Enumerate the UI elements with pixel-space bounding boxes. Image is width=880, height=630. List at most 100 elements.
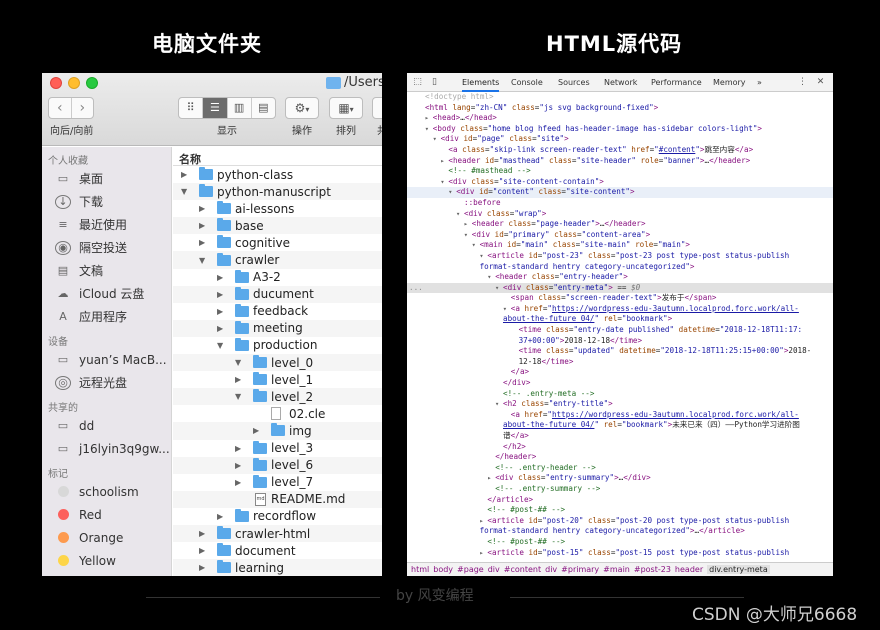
list-view-button[interactable]: ☰ xyxy=(203,98,228,118)
sidebar-item[interactable]: ▭ 桌面 xyxy=(42,167,171,190)
dom-node-line[interactable]: ▾ <div class="site-content-contain"> xyxy=(407,177,833,188)
dom-node-line[interactable]: ▾ <header class="entry-header"> xyxy=(407,272,833,283)
zoom-window-button[interactable] xyxy=(86,77,98,89)
disclosure-closed-icon[interactable]: ▶ xyxy=(217,324,223,333)
expand-triangle-open-icon[interactable]: ▾ xyxy=(448,187,456,198)
icon-view-button[interactable]: ⠿ xyxy=(179,98,204,118)
disclosure-open-icon[interactable]: ▼ xyxy=(217,341,223,350)
dom-node-line[interactable]: <!-- #post-## --> xyxy=(407,505,833,516)
sidebar-item[interactable]: ☁ iCloud 云盘 xyxy=(42,282,171,305)
file-row[interactable]: ▶ level_7 xyxy=(173,474,382,491)
dom-node-line[interactable]: <a href="https://wordpress-edu-3autumn.l… xyxy=(407,410,833,421)
file-row[interactable]: ▶ level_1 xyxy=(173,371,382,388)
file-row[interactable]: ▶ ducument xyxy=(173,285,382,303)
column-view-button[interactable]: ▥ xyxy=(228,98,252,118)
file-row[interactable]: ▶ level_3 xyxy=(173,440,382,457)
minimize-window-button[interactable] xyxy=(68,77,80,89)
device-toolbar-icon[interactable]: ▯ xyxy=(429,77,440,88)
disclosure-closed-icon[interactable]: ▶ xyxy=(235,444,241,453)
sidebar-item[interactable]: A 应用程序 xyxy=(42,305,171,328)
file-row[interactable]: ▶ crawler-html xyxy=(173,524,382,543)
dom-node-line[interactable]: ▾ <h2 class="entry-title"> xyxy=(407,399,833,410)
expand-triangle-open-icon[interactable]: ▾ xyxy=(464,230,472,241)
dom-node-line[interactable]: <!-- #post-## --> xyxy=(407,537,833,548)
file-row[interactable]: 02.cle xyxy=(173,405,382,422)
file-row[interactable]: ▶ feedback xyxy=(173,303,382,320)
sidebar-item[interactable]: ▭ j16lyin3q9gw... xyxy=(42,437,171,460)
file-row[interactable]: md README.md xyxy=(173,490,382,508)
action-menu-button[interactable]: ⚙▾ xyxy=(285,97,319,119)
expand-triangle-open-icon[interactable]: ▾ xyxy=(456,209,464,220)
disclosure-closed-icon[interactable]: ▶ xyxy=(199,238,205,247)
breadcrumb-item[interactable]: div xyxy=(545,565,557,574)
dom-node-line[interactable]: format-standard hentry category-uncatego… xyxy=(407,262,833,273)
file-row[interactable]: ▶ ai-lessons xyxy=(173,200,382,217)
sidebar-item[interactable]: ↓ 下载 xyxy=(42,190,171,213)
expand-triangle-open-icon[interactable]: ▾ xyxy=(495,399,503,410)
dom-node-line[interactable]: ::before xyxy=(407,198,833,209)
tab-sources[interactable]: Sources xyxy=(558,73,590,92)
dom-node-line[interactable]: </h2> xyxy=(407,442,833,453)
dom-node-line[interactable]: <!-- .entry-header --> xyxy=(407,463,833,474)
dom-node-line[interactable]: </div> xyxy=(407,378,833,389)
node-options-icon[interactable]: ... xyxy=(409,283,423,294)
sidebar-item[interactable]: ▭ dd xyxy=(42,414,171,437)
file-row[interactable]: ▼ python-manuscript xyxy=(173,183,382,201)
file-row[interactable]: ▼ level_0 xyxy=(173,354,382,372)
disclosure-closed-icon[interactable]: ▶ xyxy=(253,426,259,435)
disclosure-closed-icon[interactable]: ▶ xyxy=(199,204,205,213)
disclosure-closed-icon[interactable]: ▶ xyxy=(217,307,223,316)
dom-node-line[interactable]: ▾ <div id="page" class="site"> xyxy=(407,134,833,145)
breadcrumb-item[interactable]: html xyxy=(411,565,429,574)
dom-node-line[interactable]: ▸ <div class="entry-summary">…</div> xyxy=(407,473,833,484)
dom-node-line[interactable]: <time class="entry-date published" datet… xyxy=(407,325,833,336)
gallery-view-button[interactable]: ▤ xyxy=(252,98,275,118)
sidebar-item[interactable]: schoolism xyxy=(42,480,171,503)
disclosure-open-icon[interactable]: ▼ xyxy=(181,187,187,196)
sidebar-item[interactable]: Red xyxy=(42,503,171,526)
share-button[interactable] xyxy=(372,97,382,119)
inspect-element-icon[interactable]: ⬚ xyxy=(412,77,423,88)
file-row[interactable]: ▶ meeting xyxy=(173,319,382,337)
dom-node-line[interactable]: <!doctype html> xyxy=(407,92,833,103)
expand-triangle-open-icon[interactable]: ▾ xyxy=(487,272,495,283)
dom-node-line[interactable]: ▸ <article id="post-20" class="post-20 po… xyxy=(407,516,833,527)
disclosure-open-icon[interactable]: ▼ xyxy=(199,256,205,265)
dom-node-line[interactable]: ▾ <main id="main" class="site-main" role=… xyxy=(407,240,833,251)
disclosure-open-icon[interactable]: ▼ xyxy=(235,358,241,367)
disclosure-closed-icon[interactable]: ▶ xyxy=(199,563,205,572)
file-row[interactable]: ▼ production xyxy=(173,337,382,354)
disclosure-closed-icon[interactable]: ▶ xyxy=(199,529,205,538)
file-row[interactable]: ▶ document xyxy=(173,542,382,559)
dom-node-line[interactable]: <span class="screen-reader-text">发布于</sp… xyxy=(407,293,833,304)
dom-node-line[interactable]: 12-18</time> xyxy=(407,357,833,368)
dom-node-line[interactable]: ▸ <head>…</head> xyxy=(407,113,833,124)
disclosure-closed-icon[interactable]: ▶ xyxy=(217,512,223,521)
breadcrumb-item[interactable]: div xyxy=(488,565,500,574)
breadcrumb-item[interactable]: div.entry-meta xyxy=(707,565,770,574)
file-row[interactable]: ▼ level_2 xyxy=(173,388,382,406)
expand-triangle-open-icon[interactable]: ▾ xyxy=(433,134,441,145)
dom-node-line[interactable]: <!-- .entry-meta --> xyxy=(407,389,833,400)
file-row[interactable]: ▶ base xyxy=(173,217,382,235)
dom-node-line[interactable]: </header> xyxy=(407,452,833,463)
expand-triangle-closed-icon[interactable]: ▸ xyxy=(464,219,472,230)
name-column-header[interactable]: 名称 xyxy=(173,147,382,166)
dom-node-line[interactable]: format-standard hentry category-uncatego… xyxy=(407,526,833,537)
file-row[interactable]: ▶ cognitive xyxy=(173,234,382,251)
disclosure-closed-icon[interactable]: ▶ xyxy=(217,290,223,299)
sidebar-item[interactable]: ≡ 最近使用 xyxy=(42,213,171,236)
dom-node-line[interactable]: ▸ <header id="masthead" class="site-heade… xyxy=(407,156,833,167)
file-row[interactable]: ▶ A3-2 xyxy=(173,269,382,286)
dom-node-line[interactable]: <html lang="zh-CN" class="js svg backgro… xyxy=(407,103,833,114)
breadcrumb-item[interactable]: #content xyxy=(504,565,541,574)
back-button[interactable]: ‹ xyxy=(49,98,72,118)
disclosure-closed-icon[interactable]: ▶ xyxy=(181,170,187,179)
sidebar-item[interactable]: Yellow xyxy=(42,549,171,572)
close-icon[interactable]: ✕ xyxy=(815,77,826,88)
dom-node-line[interactable]: </article> xyxy=(407,495,833,506)
disclosure-closed-icon[interactable]: ▶ xyxy=(235,461,241,470)
tab-performance[interactable]: Performance xyxy=(651,73,702,92)
file-row[interactable]: ▶ recordflow xyxy=(173,508,382,525)
dom-node-line[interactable]: <a class="skip-link screen-reader-text" … xyxy=(407,145,833,156)
